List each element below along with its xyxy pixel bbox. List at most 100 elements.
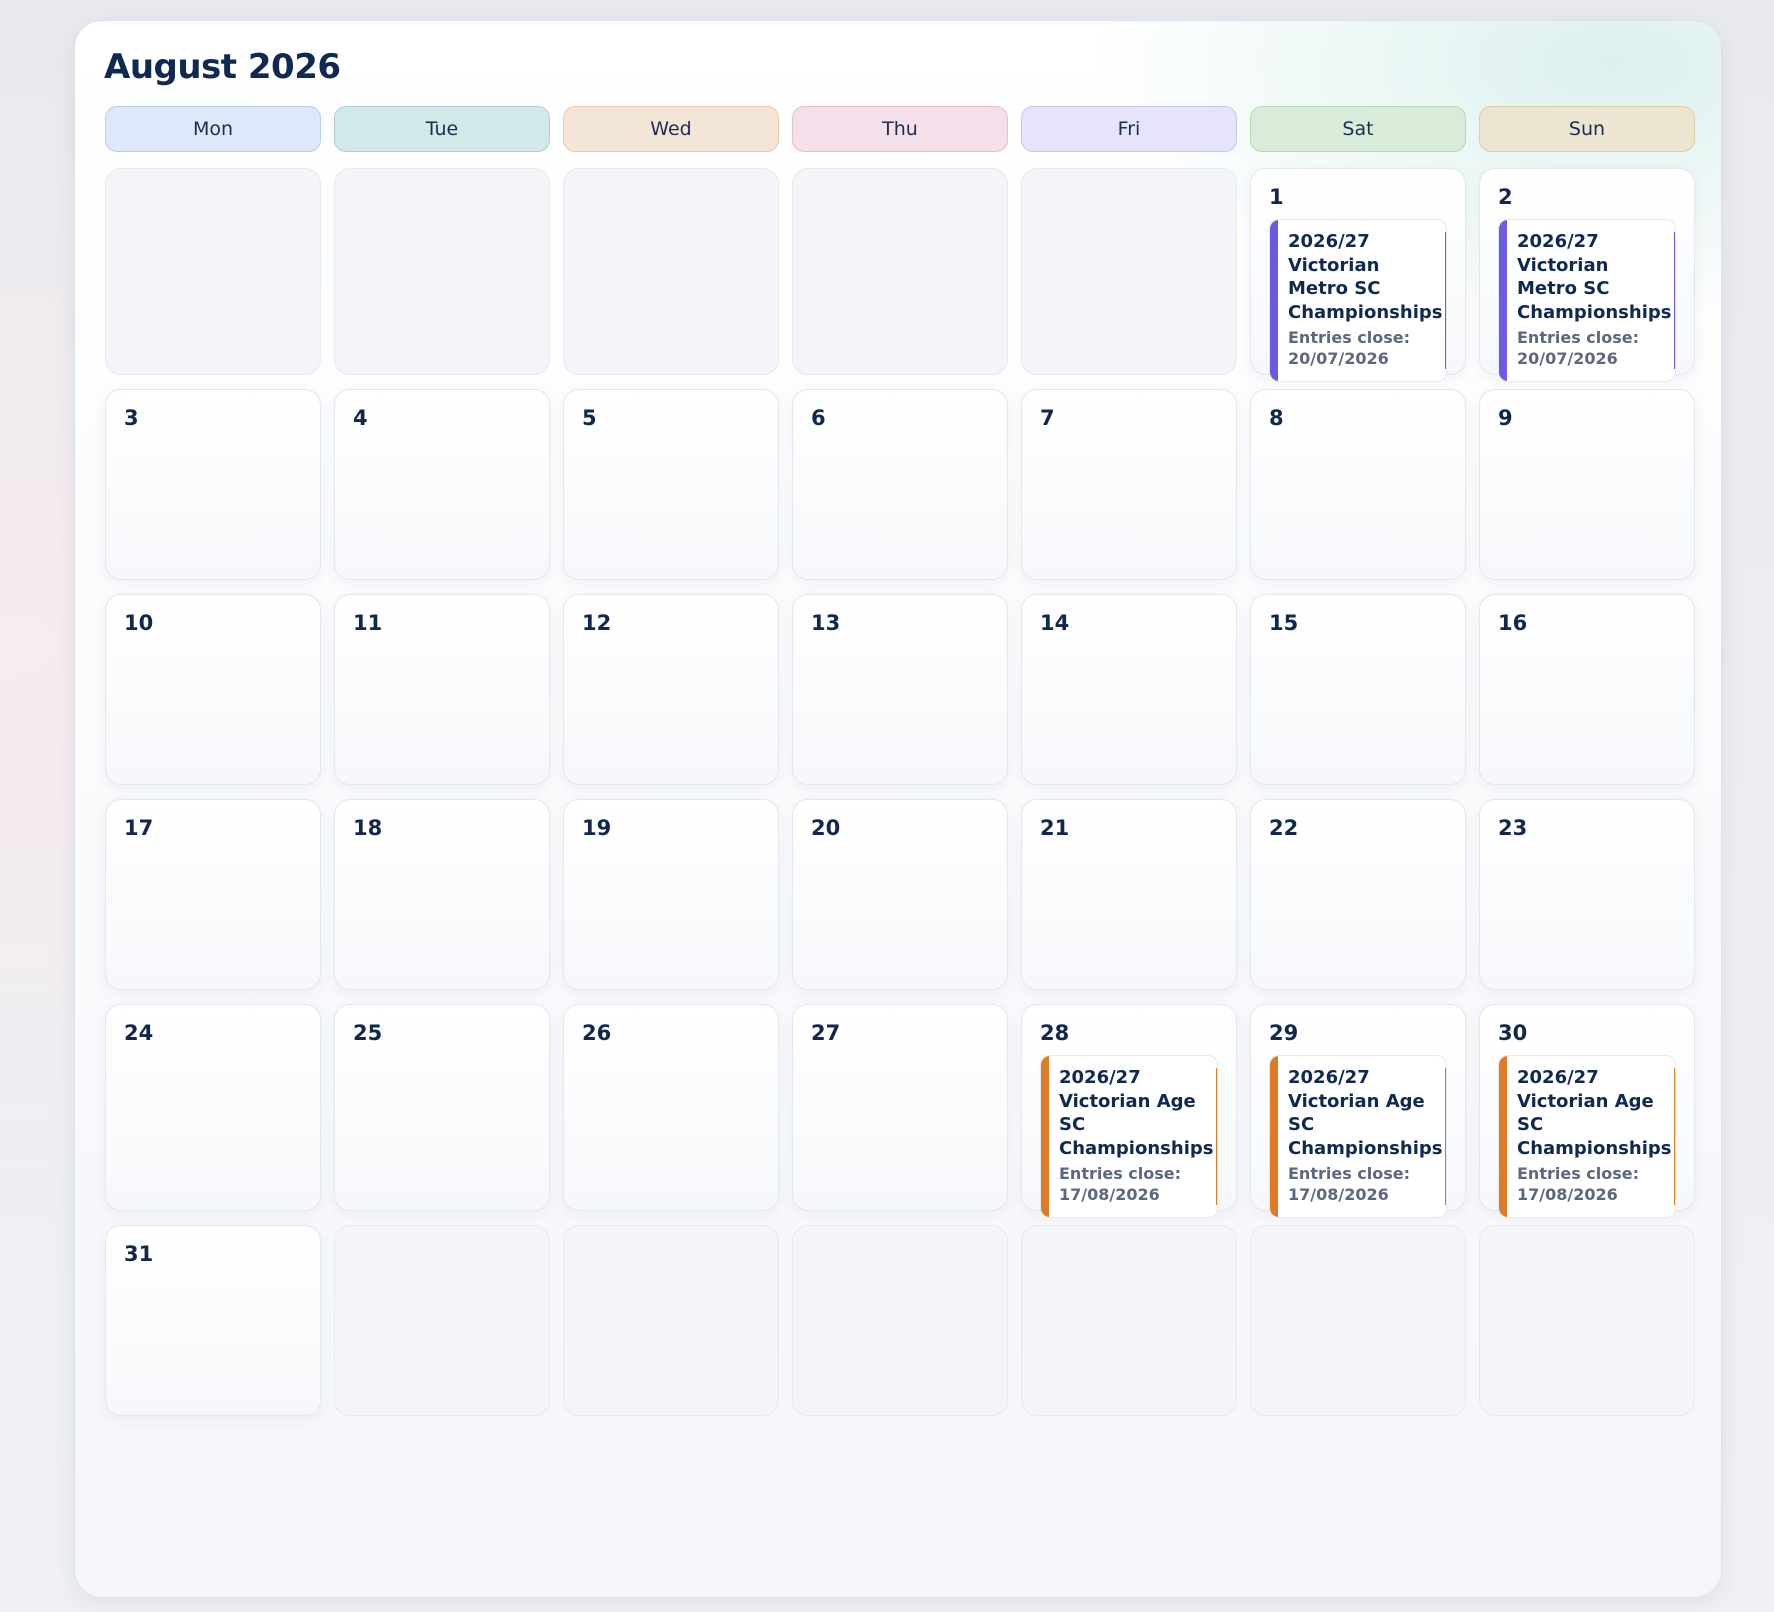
event-entries-close: Entries close: 17/08/2026 [1517,1164,1640,1204]
day-number: 23 [1498,816,1528,840]
day-cell-9[interactable]: 9 [1479,389,1695,580]
calendar-panel: August 2026 Mon Tue Wed Thu Fri Sat Sun 1 2026/… [74,20,1722,1598]
event-card[interactable]: 2026/27 Victorian Metro SC Championships… [1269,219,1447,382]
day-number: 30 [1498,1021,1528,1045]
day-number: 20 [811,816,841,840]
event-accent-bar [1041,1056,1049,1217]
empty-day-cell [1021,168,1237,375]
day-cell-22[interactable]: 22 [1250,799,1466,990]
day-number: 14 [1040,611,1070,635]
day-cell-27[interactable]: 27 [792,1004,1008,1211]
event-accent-edge [1674,232,1675,369]
empty-day-cell [334,1225,550,1416]
event-accent-edge [1216,1068,1217,1205]
day-cell-20[interactable]: 20 [792,799,1008,990]
event-title: 2026/27 Victorian Age SC Championships [1288,1067,1443,1159]
event-title: 2026/27 Victorian Metro SC Championships [1517,231,1672,323]
day-cell-10[interactable]: 10 [105,594,321,785]
weekday-mon: Mon [105,106,321,152]
weekday-tue: Tue [334,106,550,152]
day-number: 22 [1269,816,1299,840]
day-number: 5 [582,406,597,430]
day-number: 3 [124,406,139,430]
event-accent-bar [1270,220,1278,381]
calendar-grid: Mon Tue Wed Thu Fri Sat Sun 1 2026/27 Victorian… [105,106,1697,1430]
empty-day-cell [1250,1225,1466,1416]
weekday-wed: Wed [563,106,779,152]
day-number: 21 [1040,816,1070,840]
event-title: 2026/27 Victorian Metro SC Championships [1288,231,1443,323]
day-cell-14[interactable]: 14 [1021,594,1237,785]
day-cell-13[interactable]: 13 [792,594,1008,785]
empty-day-cell [334,168,550,375]
empty-day-cell [792,1225,1008,1416]
day-cell-4[interactable]: 4 [334,389,550,580]
day-number: 24 [124,1021,154,1045]
event-card[interactable]: 2026/27 Victorian Age SC Championships En… [1040,1055,1218,1218]
day-number: 2 [1498,185,1513,209]
empty-day-cell [1479,1225,1695,1416]
week-row: 31 [105,1225,1697,1416]
day-number: 18 [353,816,383,840]
event-accent-edge [1445,1068,1446,1205]
day-cell-17[interactable]: 17 [105,799,321,990]
week-row: 17 18 19 20 21 22 23 [105,799,1697,990]
day-number: 6 [811,406,826,430]
day-number: 19 [582,816,612,840]
day-cell-12[interactable]: 12 [563,594,779,785]
day-cell-31[interactable]: 31 [105,1225,321,1416]
event-card[interactable]: 2026/27 Victorian Metro SC Championships… [1498,219,1676,382]
day-cell-28[interactable]: 28 2026/27 Victorian Age SC Championships… [1021,1004,1237,1218]
day-number: 15 [1269,611,1299,635]
day-cell-7[interactable]: 7 [1021,389,1237,580]
day-cell-6[interactable]: 6 [792,389,1008,580]
day-cell-5[interactable]: 5 [563,389,779,580]
day-cell-25[interactable]: 25 [334,1004,550,1211]
weekday-header-row: Mon Tue Wed Thu Fri Sat Sun [105,106,1697,152]
empty-day-cell [792,168,1008,375]
weekday-thu: Thu [792,106,1008,152]
day-cell-1[interactable]: 1 2026/27 Victorian Metro SC Championship… [1250,168,1466,382]
day-number: 4 [353,406,368,430]
empty-day-cell [563,1225,779,1416]
event-card[interactable]: 2026/27 Victorian Age SC Championships En… [1498,1055,1676,1218]
day-number: 7 [1040,406,1055,430]
empty-day-cell [105,168,321,375]
day-cell-21[interactable]: 21 [1021,799,1237,990]
day-number: 28 [1040,1021,1070,1045]
day-cell-11[interactable]: 11 [334,594,550,785]
day-cell-23[interactable]: 23 [1479,799,1695,990]
event-entries-close: Entries close: 20/07/2026 [1288,328,1411,368]
event-title: 2026/27 Victorian Age SC Championships [1059,1067,1214,1159]
day-number: 26 [582,1021,612,1045]
event-accent-bar [1270,1056,1278,1217]
weekday-sun: Sun [1479,106,1695,152]
day-number: 25 [353,1021,383,1045]
day-number: 13 [811,611,841,635]
day-number: 1 [1269,185,1284,209]
event-entries-close: Entries close: 20/07/2026 [1517,328,1640,368]
day-cell-3[interactable]: 3 [105,389,321,580]
event-card[interactable]: 2026/27 Victorian Age SC Championships En… [1269,1055,1447,1218]
event-entries-close: Entries close: 17/08/2026 [1288,1164,1411,1204]
day-cell-24[interactable]: 24 [105,1004,321,1211]
empty-day-cell [1021,1225,1237,1416]
day-cell-18[interactable]: 18 [334,799,550,990]
event-title: 2026/27 Victorian Age SC Championships [1517,1067,1672,1159]
event-entries-close: Entries close: 17/08/2026 [1059,1164,1182,1204]
day-cell-26[interactable]: 26 [563,1004,779,1211]
day-cell-30[interactable]: 30 2026/27 Victorian Age SC Championships… [1479,1004,1695,1218]
day-cell-8[interactable]: 8 [1250,389,1466,580]
day-cell-15[interactable]: 15 [1250,594,1466,785]
week-row: 3 4 5 6 7 8 9 [105,389,1697,580]
day-cell-16[interactable]: 16 [1479,594,1695,785]
week-row: 10 11 12 13 14 15 16 [105,594,1697,785]
day-number: 9 [1498,406,1513,430]
event-accent-bar [1499,220,1507,381]
day-cell-2[interactable]: 2 2026/27 Victorian Metro SC Championship… [1479,168,1695,382]
day-cell-29[interactable]: 29 2026/27 Victorian Age SC Championships… [1250,1004,1466,1218]
event-accent-edge [1445,232,1446,369]
month-title: August 2026 [104,47,341,87]
day-cell-19[interactable]: 19 [563,799,779,990]
empty-day-cell [563,168,779,375]
